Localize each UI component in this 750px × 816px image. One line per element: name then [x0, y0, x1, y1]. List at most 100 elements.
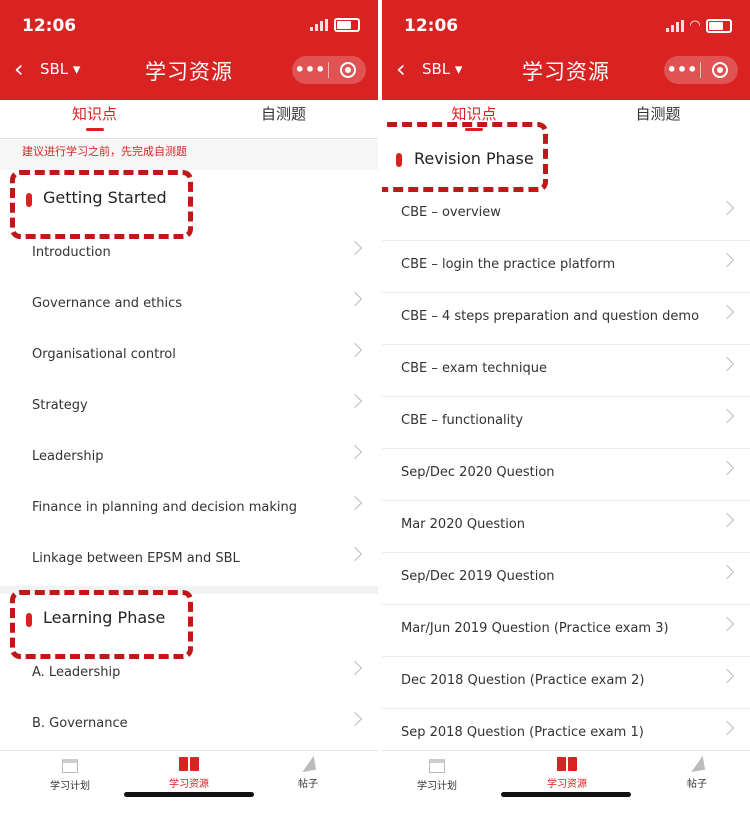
list-item[interactable]: Dec 2018 Question (Practice exam 2) — [382, 657, 750, 709]
chevron-right-icon — [347, 546, 363, 562]
list-item-label: CBE – exam technique — [401, 361, 548, 376]
chevron-right-icon — [347, 393, 363, 409]
list-item[interactable]: Mar/Jun 2019 Question (Practice exam 3) — [382, 605, 750, 657]
miniprogram-capsule: ••• — [292, 56, 366, 84]
list-item[interactable]: Governance and ethics — [0, 280, 378, 332]
more-icon[interactable]: ••• — [664, 56, 700, 84]
list-item-label: CBE – functionality — [401, 413, 524, 428]
status-bar: 12:06 ◠ — [404, 14, 736, 36]
chevron-right-icon — [347, 240, 363, 256]
list-item[interactable]: CBE – login the practice platform — [382, 241, 750, 293]
list-item[interactable]: Mar 2020 Question — [382, 501, 750, 553]
chevron-right-icon — [347, 342, 363, 358]
list-item-label: Linkage between EPSM and SBL — [32, 551, 240, 566]
chevron-right-icon — [719, 512, 735, 528]
list-item-label: Finance in planning and decision making — [32, 500, 297, 515]
list-item-label: CBE – overview — [401, 205, 501, 220]
list-item[interactable]: Finance in planning and decision making — [0, 484, 378, 536]
tabbar-study-resources[interactable]: 学习资源 — [522, 751, 612, 790]
chevron-right-icon — [719, 564, 735, 580]
list-item[interactable]: CBE – overview — [382, 189, 750, 241]
home-indicator — [501, 792, 631, 797]
chevron-right-icon — [347, 660, 363, 676]
highlight-box — [10, 170, 193, 239]
list-item-label: Introduction — [32, 245, 111, 260]
chevron-right-icon — [719, 616, 735, 632]
list-item[interactable]: CBE – functionality — [382, 397, 750, 449]
chevron-right-icon — [719, 252, 735, 268]
chevron-right-icon — [719, 460, 735, 476]
chevron-right-icon — [347, 711, 363, 727]
tabbar-study-resources[interactable]: 学习资源 — [144, 751, 234, 790]
nav-bar: ‹ SBL ▾ 学习资源 ••• — [382, 50, 750, 90]
battery-icon — [706, 18, 732, 33]
list-item-label: Sep/Dec 2020 Question — [401, 465, 555, 480]
chevron-right-icon — [719, 304, 735, 320]
notice-banner: 建议进行学习之前，先完成自测题 — [0, 140, 378, 170]
tabbar-posts[interactable]: 帖子 — [263, 751, 353, 790]
chevron-right-icon — [719, 668, 735, 684]
list-item[interactable]: CBE – 4 steps preparation and question d… — [382, 293, 750, 345]
list-item-label: CBE – 4 steps preparation and question d… — [401, 309, 700, 324]
bottom-tab-bar: 学习计划 学习资源 帖子 — [382, 750, 750, 816]
left-screen: 12:06 ‹ SBL ▾ 学习资源 ••• 知识点 自测题 建议进行学习之前，… — [0, 0, 378, 816]
close-target-icon[interactable] — [329, 62, 366, 78]
list-item[interactable]: B. Governance — [0, 700, 378, 752]
tabbar-label: 帖子 — [298, 779, 318, 790]
battery-icon — [334, 18, 360, 32]
tab-bar: 知识点 自测题 — [0, 100, 378, 139]
nav-bar: ‹ SBL ▾ 学习资源 ••• — [0, 50, 378, 90]
chevron-right-icon — [719, 720, 735, 736]
header: 12:06 ◠ ‹ SBL ▾ 学习资源 ••• — [382, 0, 750, 100]
status-bar: 12:06 — [22, 14, 364, 36]
tab-self-test[interactable]: 自测题 — [566, 100, 750, 138]
list-item-label: CBE – login the practice platform — [401, 257, 616, 272]
signal-icon — [666, 19, 684, 32]
tab-self-test[interactable]: 自测题 — [189, 100, 378, 138]
list-item[interactable]: Sep/Dec 2019 Question — [382, 553, 750, 605]
tabbar-study-plan[interactable]: 学习计划 — [25, 751, 115, 792]
list-item[interactable]: Organisational control — [0, 331, 378, 383]
list-item-label: Mar 2020 Question — [401, 517, 526, 532]
miniprogram-capsule: ••• — [664, 56, 738, 84]
status-time: 12:06 — [404, 16, 459, 36]
list-item-label: Dec 2018 Question (Practice exam 2) — [401, 673, 645, 688]
chevron-right-icon — [719, 200, 735, 216]
close-target-icon[interactable] — [701, 62, 738, 78]
bottom-tab-bar: 学习计划 学习资源 帖子 — [0, 750, 378, 816]
chevron-right-icon — [347, 444, 363, 460]
list-item-label: Leadership — [32, 449, 104, 464]
status-time: 12:06 — [22, 16, 77, 36]
tab-knowledge-points[interactable]: 知识点 — [0, 100, 189, 138]
calendar-icon — [429, 759, 445, 773]
list-item-label: Sep/Dec 2019 Question — [401, 569, 555, 584]
list-item-label: Governance and ethics — [32, 296, 183, 311]
more-icon[interactable]: ••• — [292, 56, 328, 84]
list-item[interactable]: Leadership — [0, 433, 378, 485]
chevron-right-icon — [347, 291, 363, 307]
list-item[interactable]: Sep/Dec 2020 Question — [382, 449, 750, 501]
tabbar-label: 帖子 — [687, 779, 707, 790]
tabbar-label: 学习资源 — [169, 779, 209, 790]
tabbar-study-plan[interactable]: 学习计划 — [392, 751, 482, 792]
list-item-label: B. Governance — [32, 716, 128, 731]
list-item-label: Strategy — [32, 398, 88, 413]
list-item[interactable]: Linkage between EPSM and SBL — [0, 535, 378, 587]
book-icon — [557, 757, 577, 771]
list-item-label: A. Leadership — [32, 665, 121, 680]
tabbar-label: 学习资源 — [547, 779, 587, 790]
paper-plane-icon — [299, 755, 317, 773]
list-item[interactable]: CBE – exam technique — [382, 345, 750, 397]
list-item-label: Sep 2018 Question (Practice exam 1) — [401, 725, 644, 740]
paper-plane-icon — [688, 755, 706, 773]
list-item[interactable]: Strategy — [0, 382, 378, 434]
list-item-label: Organisational control — [32, 347, 176, 362]
highlight-box — [382, 122, 548, 192]
calendar-icon — [62, 759, 78, 773]
tabbar-label: 学习计划 — [50, 781, 90, 792]
highlight-box — [10, 590, 193, 659]
list-item-label: Mar/Jun 2019 Question (Practice exam 3) — [401, 621, 669, 636]
tabbar-posts[interactable]: 帖子 — [652, 751, 742, 790]
chevron-right-icon — [719, 408, 735, 424]
chevron-right-icon — [719, 356, 735, 372]
